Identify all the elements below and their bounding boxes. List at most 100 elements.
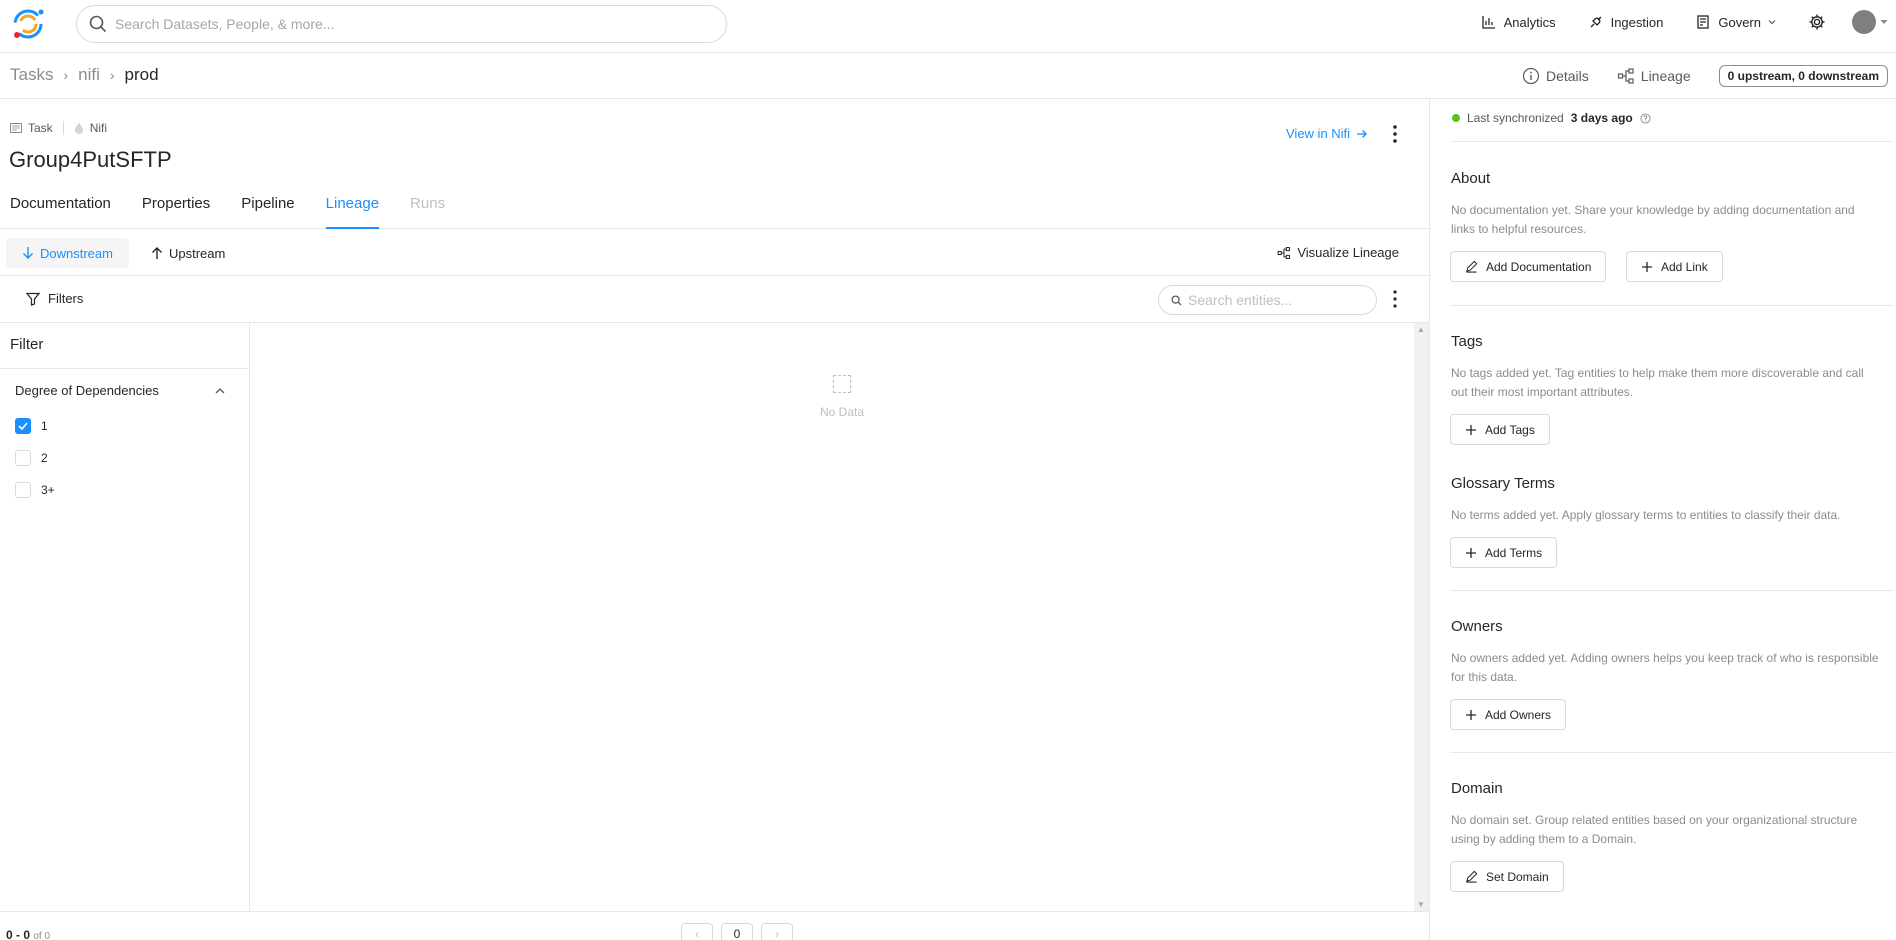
chevron-up-icon — [215, 387, 225, 393]
degree-option-label: 1 — [41, 419, 48, 433]
entity-main: Task Nifi Group4PutSFTP View in Nifi Doc… — [0, 99, 1429, 940]
add-owners-label: Add Owners — [1485, 707, 1552, 722]
lineage-count-badge: 0 upstream, 0 downstream — [1718, 65, 1888, 87]
info-icon — [1522, 67, 1540, 85]
scroll-down-icon[interactable]: ▼ — [1417, 900, 1425, 909]
tab-documentation[interactable]: Documentation — [10, 189, 111, 229]
add-documentation-button[interactable]: Add Documentation — [1450, 251, 1607, 282]
breadcrumb-tasks[interactable]: Tasks — [10, 65, 53, 85]
upstream-label: Upstream — [169, 245, 226, 261]
nav-govern-label: Govern — [1718, 14, 1761, 30]
empty-box-icon — [833, 375, 851, 393]
add-link-button[interactable]: Add Link — [1626, 251, 1723, 282]
entity-tabs: Documentation Properties Pipeline Lineag… — [0, 189, 1429, 229]
entity-type-row: Task Nifi — [10, 121, 107, 135]
lineage-results-area: No Data — [251, 323, 1414, 911]
filters-label: Filters — [48, 291, 84, 306]
avatar — [1852, 10, 1876, 34]
vertical-scrollbar[interactable]: ▲ ▼ — [1414, 323, 1429, 911]
entity-platform-label: Nifi — [89, 121, 108, 135]
checkbox[interactable] — [15, 450, 31, 466]
owners-title: Owners — [1451, 618, 1503, 635]
visualize-lineage-label: Visualize Lineage — [1297, 245, 1399, 260]
degree-option-3plus[interactable]: 3+ — [15, 482, 55, 498]
add-terms-button[interactable]: Add Terms — [1450, 537, 1558, 568]
owners-description: No owners added yet. Adding owners helps… — [1451, 651, 1879, 684]
prev-page-button[interactable]: ‹ — [681, 923, 713, 940]
degree-filter-header[interactable]: Degree of Dependencies — [15, 383, 225, 398]
checkbox[interactable] — [15, 482, 31, 498]
user-avatar-menu[interactable] — [1852, 10, 1888, 34]
degree-option-1[interactable]: 1 — [15, 418, 48, 434]
scroll-up-icon[interactable]: ▲ — [1417, 325, 1425, 334]
caret-down-icon — [1880, 20, 1888, 24]
sync-prefix: Last synchronized — [1467, 111, 1564, 125]
search-icon — [89, 15, 107, 33]
entity-header-bar: Tasks › nifi › prod Details Lineage 0 up… — [0, 53, 1896, 99]
help-icon[interactable] — [1640, 112, 1651, 124]
pencil-icon — [1466, 260, 1478, 273]
about-title: About — [1451, 170, 1491, 187]
app-logo-icon[interactable] — [8, 4, 48, 44]
arrow-right-icon — [1357, 129, 1367, 138]
entity-title: Group4PutSFTP — [9, 147, 172, 172]
book-icon — [1697, 15, 1710, 29]
degree-option-label: 2 — [41, 451, 48, 465]
entity-type-label: Task — [28, 121, 53, 135]
search-icon — [1171, 294, 1182, 306]
sync-status: Last synchronized 3 days ago — [1452, 111, 1651, 125]
add-tags-button[interactable]: Add Tags — [1450, 414, 1550, 445]
add-owners-button[interactable]: Add Owners — [1450, 699, 1567, 730]
add-link-label: Add Link — [1661, 259, 1708, 274]
tab-properties[interactable]: Properties — [142, 189, 210, 229]
chevron-down-icon — [1768, 20, 1776, 25]
nav-analytics-label: Analytics — [1503, 14, 1556, 30]
upstream-button[interactable]: Upstream — [135, 238, 241, 268]
page-range: 0 - 0 — [6, 928, 31, 940]
tab-runs: Runs — [410, 195, 446, 212]
visualize-lineage-button[interactable]: Visualize Lineage — [1277, 245, 1399, 260]
page-number[interactable]: 0 — [721, 923, 753, 940]
breadcrumb-nifi[interactable]: nifi — [78, 65, 100, 85]
lineage-link[interactable]: Lineage — [1617, 67, 1691, 85]
gear-icon[interactable] — [1808, 13, 1826, 31]
arrow-down-icon — [23, 247, 33, 259]
filter-title: Filter — [10, 336, 44, 353]
more-options-icon[interactable] — [1386, 123, 1404, 145]
checkbox-checked[interactable] — [15, 418, 31, 434]
nav-ingestion[interactable]: Ingestion — [1588, 14, 1663, 30]
nav-govern[interactable]: Govern — [1695, 14, 1776, 30]
status-dot — [1452, 114, 1460, 122]
more-options-icon[interactable] — [1391, 289, 1399, 309]
filter-icon — [26, 292, 40, 306]
degree-filter-title: Degree of Dependencies — [15, 383, 159, 398]
set-domain-button[interactable]: Set Domain — [1450, 861, 1564, 892]
add-documentation-label: Add Documentation — [1486, 259, 1592, 274]
tab-pipeline[interactable]: Pipeline — [241, 189, 294, 229]
entity-sidebar: Last synchronized 3 days ago About No do… — [1429, 99, 1896, 940]
nav-analytics[interactable]: Analytics — [1481, 14, 1556, 30]
page-of: of 0 — [33, 931, 51, 940]
task-icon — [10, 123, 22, 133]
details-label: Details — [1545, 68, 1589, 84]
pagination: 0 - 0 of 0 ‹ 0 › — [0, 911, 1429, 940]
lineage-icon — [1277, 246, 1291, 259]
global-search-input[interactable]: Search Datasets, People, & more... — [76, 5, 727, 43]
plus-icon — [1466, 424, 1476, 435]
search-placeholder: Search Datasets, People, & more... — [115, 16, 335, 32]
plus-icon — [1466, 547, 1476, 558]
view-in-nifi-link[interactable]: View in Nifi — [1286, 126, 1368, 141]
empty-state: No Data — [802, 375, 882, 419]
set-domain-label: Set Domain — [1486, 869, 1549, 884]
add-tags-label: Add Tags — [1485, 422, 1535, 437]
lineage-direction-bar: Downstream Upstream Visualize Lineage — [0, 230, 1429, 276]
domain-description: No domain set. Group related entities ba… — [1451, 813, 1858, 846]
add-terms-label: Add Terms — [1485, 545, 1543, 560]
filters-button[interactable]: Filters — [26, 291, 83, 306]
details-link[interactable]: Details — [1522, 67, 1589, 85]
tab-lineage[interactable]: Lineage — [325, 189, 380, 229]
search-entities-input[interactable]: Search entities... — [1158, 285, 1377, 315]
next-page-button[interactable]: › — [761, 923, 793, 940]
degree-option-2[interactable]: 2 — [15, 450, 48, 466]
downstream-button[interactable]: Downstream — [6, 238, 129, 268]
